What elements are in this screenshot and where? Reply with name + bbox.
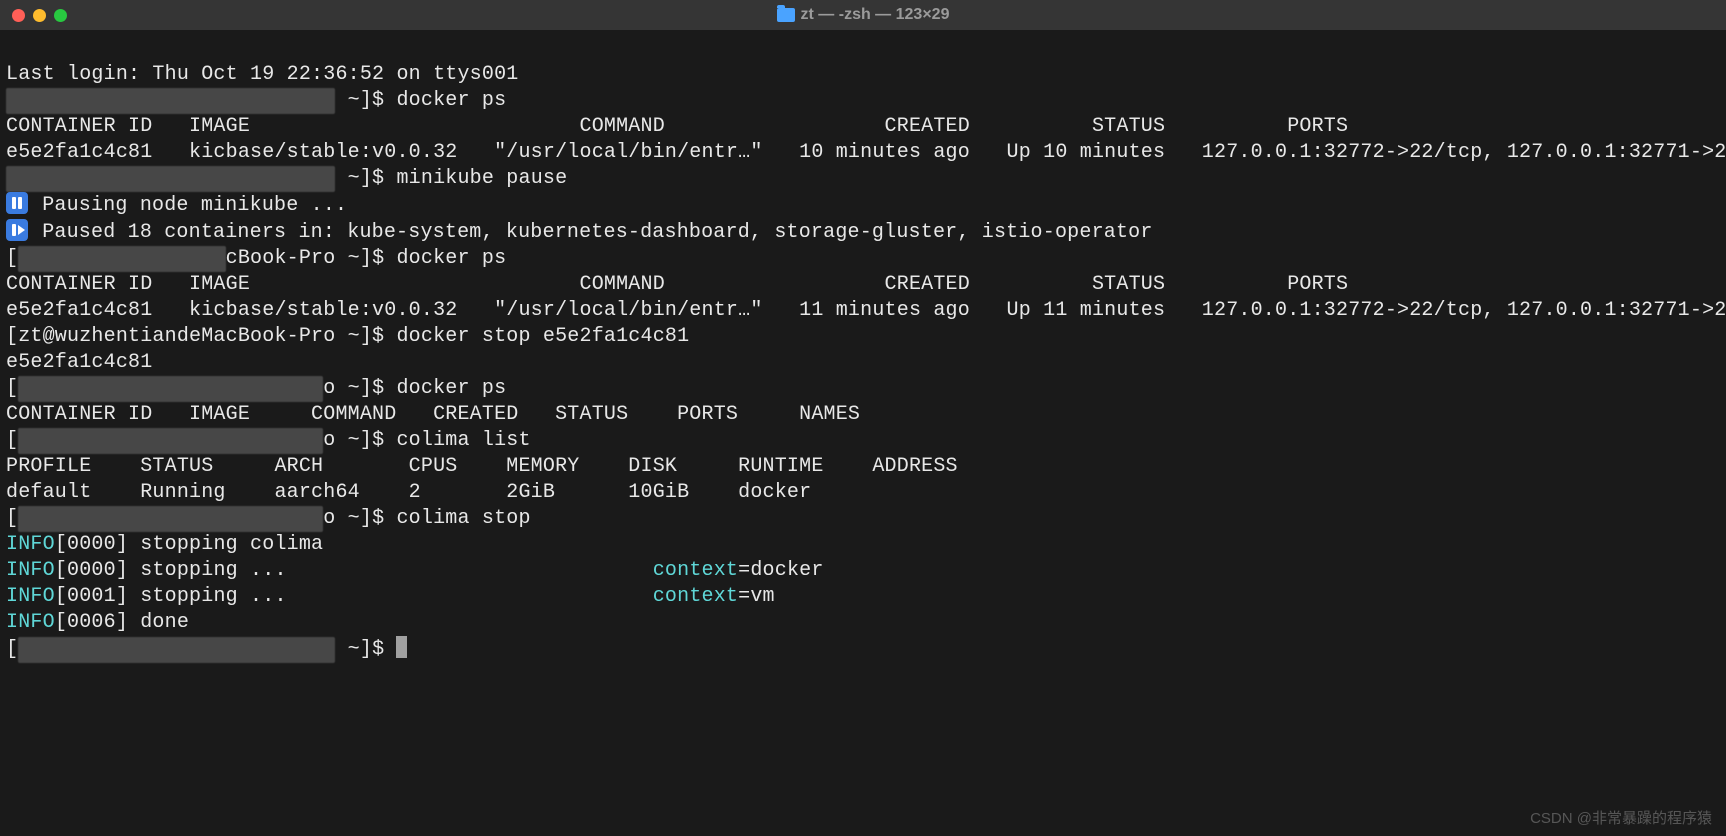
- docker-stop-out: e5e2fa1c4c81: [6, 351, 152, 374]
- log-line: [0001] stopping ...: [55, 585, 653, 608]
- titlebar: zt — -zsh — 123×29: [0, 0, 1726, 30]
- log-line: [0000] stopping colima: [55, 533, 323, 556]
- cmd-docker-stop: docker stop e5e2fa1c4c81: [396, 325, 689, 348]
- log-info: INFO: [6, 533, 55, 556]
- redacted-prompt: [zt@wuzhentiandeMacBook-Pro: [6, 166, 335, 192]
- prompt-full: [zt@wuzhentiandeMacBook-Pro ~]$: [6, 325, 396, 348]
- play-icon: [6, 219, 28, 241]
- log-line: [0006] done: [55, 611, 189, 634]
- cursor: [396, 636, 407, 658]
- log-context-val: =vm: [738, 585, 775, 608]
- redacted-prompt: zt@wuzhentiandeMacBook-Pr: [18, 428, 323, 454]
- docker-ps-headers: CONTAINER ID IMAGE COMMAND CREATED STATU…: [6, 273, 1726, 296]
- log-line: [0000] stopping ...: [55, 559, 653, 582]
- redacted-prompt: zt@wuzhentiandeMacBook-Pr: [18, 506, 323, 532]
- colima-list-headers: PROFILE STATUS ARCH CPUS MEMORY DISK RUN…: [6, 455, 958, 478]
- prompt-tail: ~]$: [335, 167, 396, 190]
- log-context-key: context: [653, 559, 738, 582]
- cmd-docker-ps: docker ps: [396, 377, 506, 400]
- window-title-wrap: zt — -zsh — 123×29: [0, 5, 1726, 26]
- log-context-key: context: [653, 585, 738, 608]
- log-info: INFO: [6, 585, 55, 608]
- colima-list-row: default Running aarch64 2 2GiB 10GiB doc…: [6, 481, 811, 504]
- log-context-val: =docker: [738, 559, 823, 582]
- redacted-prompt: [zt@wuzhentiandeMacBook-Pro: [6, 88, 335, 114]
- cmd-minikube-pause: minikube pause: [396, 167, 567, 190]
- docker-ps-headers: CONTAINER ID IMAGE COMMAND CREATED STATU…: [6, 115, 1726, 138]
- pause-icon: [6, 192, 28, 214]
- redacted-prompt: zt@wuzhentiandeMacBook-Pr: [18, 376, 323, 402]
- paused-line: Paused 18 containers in: kube-system, ku…: [30, 221, 1153, 244]
- docker-ps-headers-empty: CONTAINER ID IMAGE COMMAND CREATED STATU…: [6, 403, 860, 426]
- docker-ps-row: e5e2fa1c4c81 kicbase/stable:v0.0.32 "/us…: [6, 299, 1726, 322]
- cmd-docker-ps: docker ps: [396, 89, 506, 112]
- log-info: INFO: [6, 611, 55, 634]
- cmd-colima-stop: colima stop: [396, 507, 530, 530]
- cmd-colima-list: colima list: [396, 429, 530, 452]
- folder-icon: [777, 8, 795, 22]
- redacted-prompt: zt@wuzhentiandeMacBook-Pro: [18, 637, 335, 663]
- window-title: zt — -zsh — 123×29: [801, 5, 950, 26]
- cmd-docker-ps: docker ps: [396, 247, 506, 270]
- terminal-area[interactable]: Last login: Thu Oct 19 22:36:52 on ttys0…: [0, 30, 1726, 663]
- log-info: INFO: [6, 559, 55, 582]
- prompt-tail: ~]$: [335, 89, 396, 112]
- last-login: Last login: Thu Oct 19 22:36:52 on ttys0…: [6, 63, 518, 86]
- watermark: CSDN @非常暴躁的程序猿: [1530, 809, 1712, 829]
- docker-ps-row: e5e2fa1c4c81 kicbase/stable:v0.0.32 "/us…: [6, 141, 1726, 164]
- redacted-prompt: zt@wuzhentiandeMa: [18, 246, 225, 272]
- pausing-line: Pausing node minikube ...: [30, 194, 347, 217]
